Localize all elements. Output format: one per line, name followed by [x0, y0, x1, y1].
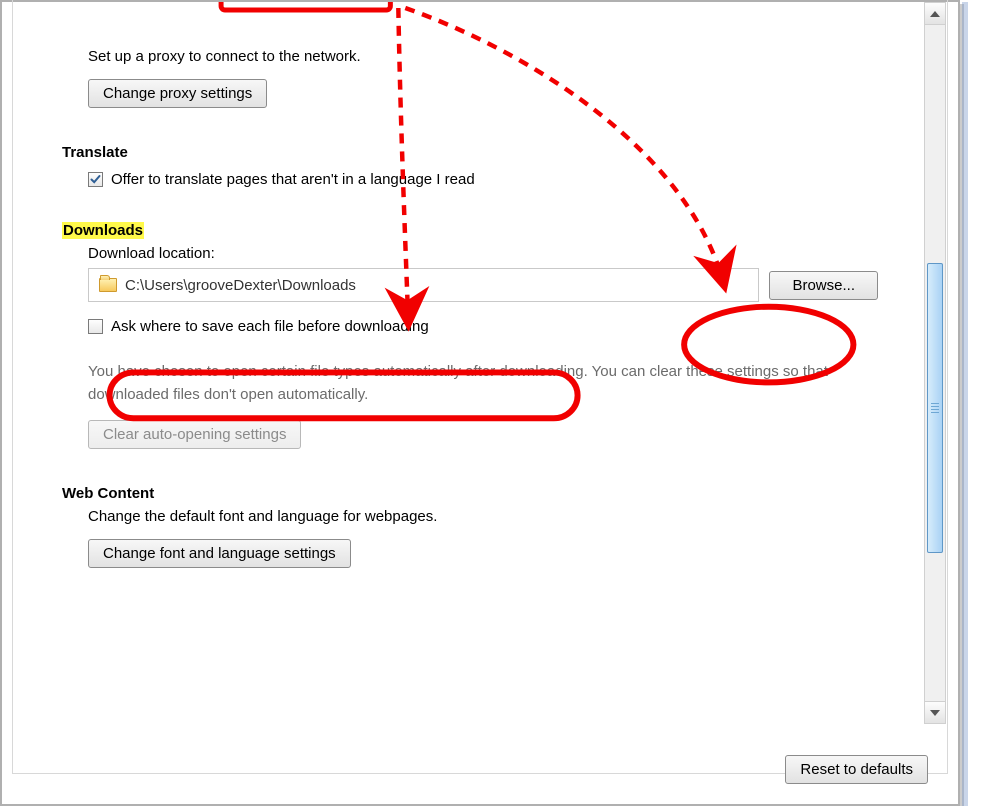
- network-description: Set up a proxy to connect to the network…: [88, 48, 878, 65]
- chevron-down-icon: [930, 710, 940, 716]
- webcontent-description: Change the default font and language for…: [88, 508, 878, 525]
- vertical-scrollbar[interactable]: [924, 2, 946, 724]
- translate-offer-checkbox[interactable]: [88, 172, 103, 187]
- chevron-up-icon: [930, 11, 940, 17]
- change-font-language-button[interactable]: Change font and language settings: [88, 539, 351, 568]
- webcontent-heading: Web Content: [62, 485, 878, 502]
- translate-offer-label: Offer to translate pages that aren't in …: [111, 171, 475, 188]
- ask-save-checkbox[interactable]: [88, 319, 103, 334]
- change-proxy-button[interactable]: Change proxy settings: [88, 79, 267, 108]
- download-location-input[interactable]: C:\Users\grooveDexter\Downloads: [88, 268, 759, 302]
- download-location-label: Download location:: [88, 245, 878, 262]
- check-icon: [90, 174, 101, 185]
- window-edge: [962, 2, 968, 806]
- settings-panel: Set up a proxy to connect to the network…: [0, 0, 960, 806]
- browse-button[interactable]: Browse...: [769, 271, 878, 300]
- translate-heading: Translate: [62, 144, 878, 161]
- scroll-up-button[interactable]: [925, 3, 945, 25]
- downloads-heading: Downloads: [62, 222, 144, 239]
- clear-auto-opening-button: Clear auto-opening settings: [88, 420, 301, 449]
- reset-to-defaults-button[interactable]: Reset to defaults: [785, 755, 928, 784]
- folder-icon: [99, 278, 117, 292]
- scroll-viewport: Set up a proxy to connect to the network…: [32, 2, 908, 724]
- scroll-thumb[interactable]: [927, 263, 943, 553]
- auto-open-description: You have chosen to open certain file typ…: [88, 361, 848, 406]
- scroll-down-button[interactable]: [925, 701, 945, 723]
- download-location-path: C:\Users\grooveDexter\Downloads: [125, 277, 356, 294]
- ask-save-label: Ask where to save each file before downl…: [111, 318, 429, 335]
